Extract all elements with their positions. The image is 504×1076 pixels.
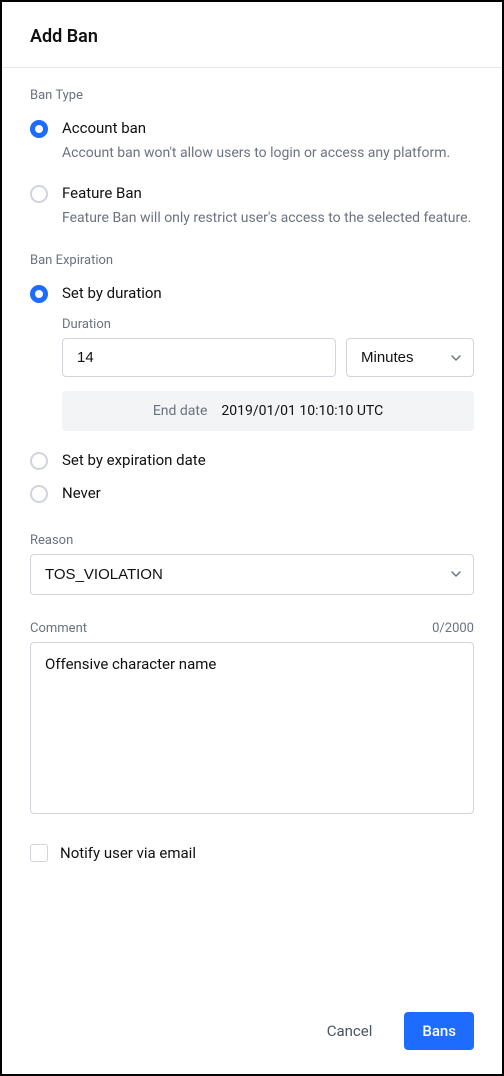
radio-never[interactable]: Never xyxy=(30,484,474,503)
ban-type-section-label: Ban Type xyxy=(30,88,474,103)
notify-checkbox-row[interactable]: Notify user via email xyxy=(30,844,474,862)
radio-content: Set by expiration date xyxy=(62,451,474,469)
comment-textarea[interactable] xyxy=(30,642,474,814)
radio-content: Feature Ban Feature Ban will only restri… xyxy=(62,184,474,229)
comment-header: Comment 0/2000 xyxy=(30,621,474,636)
radio-label: Never xyxy=(62,484,474,502)
ban-type-radio-group: Account ban Account ban won't allow user… xyxy=(30,119,474,229)
reason-section: Reason TOS_VIOLATION xyxy=(30,533,474,595)
radio-content: Account ban Account ban won't allow user… xyxy=(62,119,474,164)
notify-label: Notify user via email xyxy=(60,844,196,862)
radio-icon xyxy=(30,485,48,503)
comment-counter: 0/2000 xyxy=(432,621,474,636)
radio-set-by-expiration-date[interactable]: Set by expiration date xyxy=(30,451,474,470)
radio-desc: Account ban won't allow users to login o… xyxy=(62,143,474,164)
radio-label: Account ban xyxy=(62,119,474,137)
end-date-label: End date xyxy=(153,403,208,419)
radio-set-by-duration[interactable]: Set by duration xyxy=(30,284,474,303)
duration-section: Duration Minutes End date 2019/01/01 10:… xyxy=(62,317,474,431)
duration-input[interactable] xyxy=(62,338,336,377)
checkbox-icon xyxy=(30,844,48,862)
end-date-row: End date 2019/01/01 10:10:10 UTC xyxy=(62,391,474,431)
radio-icon xyxy=(30,185,48,203)
duration-unit-select[interactable]: Minutes xyxy=(346,338,474,377)
unit-select-wrapper: Minutes xyxy=(346,338,474,377)
reason-select-wrapper: TOS_VIOLATION xyxy=(30,554,474,595)
submit-button[interactable]: Bans xyxy=(404,1012,474,1050)
radio-feature-ban[interactable]: Feature Ban Feature Ban will only restri… xyxy=(30,184,474,229)
radio-content: Never xyxy=(62,484,474,502)
radio-icon xyxy=(30,285,48,303)
duration-row: Minutes xyxy=(62,338,474,377)
end-date-value: 2019/01/01 10:10:10 UTC xyxy=(221,403,383,419)
ban-expiration-section-label: Ban Expiration xyxy=(30,253,474,268)
dialog-title: Add Ban xyxy=(30,26,474,47)
cancel-button[interactable]: Cancel xyxy=(309,1012,391,1050)
dialog-content: Ban Type Account ban Account ban won't a… xyxy=(2,68,502,882)
radio-label: Feature Ban xyxy=(62,184,474,202)
dialog-footer: Cancel Bans xyxy=(309,1012,474,1050)
dialog-header: Add Ban xyxy=(2,2,502,68)
radio-desc: Feature Ban will only restrict user's ac… xyxy=(62,208,474,229)
radio-label: Set by expiration date xyxy=(62,451,474,469)
reason-select[interactable]: TOS_VIOLATION xyxy=(30,554,474,595)
radio-content: Set by duration xyxy=(62,284,474,302)
reason-label: Reason xyxy=(30,533,474,548)
comment-section: Comment 0/2000 xyxy=(30,621,474,818)
radio-icon xyxy=(30,120,48,138)
radio-icon xyxy=(30,452,48,470)
radio-label: Set by duration xyxy=(62,284,474,302)
radio-account-ban[interactable]: Account ban Account ban won't allow user… xyxy=(30,119,474,164)
duration-field-label: Duration xyxy=(62,317,474,332)
comment-label: Comment xyxy=(30,621,87,636)
